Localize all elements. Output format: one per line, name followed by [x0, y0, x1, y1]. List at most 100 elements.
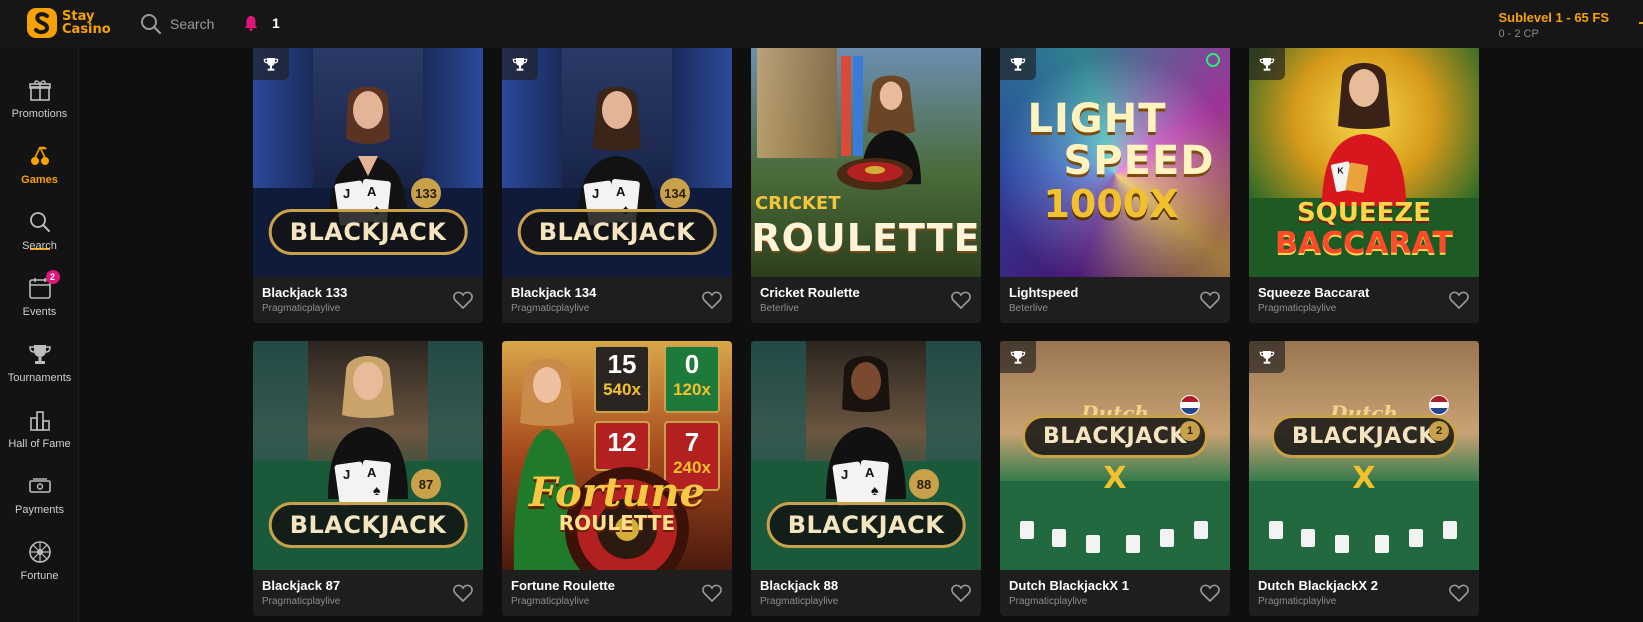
top-bar: Stay Casino Search 1 Sublevel 1 - 65 FS …	[0, 0, 1643, 48]
level-status[interactable]: Sublevel 1 - 65 FS 0 - 2 CP	[1498, 10, 1609, 40]
sidebar-item-label: Fortune	[20, 570, 59, 582]
game-provider: Pragmaticplaylive	[511, 303, 590, 314]
tile-multiplier: 120x	[673, 380, 711, 399]
trophy-icon	[28, 342, 52, 366]
game-title: Dutch BlackjackX 2	[1258, 578, 1378, 593]
game-art-line3: 1000X	[1043, 182, 1179, 226]
tournament-trophy-icon	[1000, 341, 1036, 373]
game-card-blackjack-88[interactable]: J A ♠ 88 BLACKJACK Blackjack 88 Pragmaticp…	[751, 341, 981, 616]
sidebar-item-promotions[interactable]: Promotions	[0, 78, 79, 138]
sidebar-item-label: Tournaments	[7, 372, 72, 384]
game-provider: Pragmaticplaylive	[1258, 303, 1337, 314]
top-search[interactable]: Search	[140, 13, 214, 35]
favorite-heart-icon[interactable]	[1200, 291, 1220, 309]
sidebar-item-tournaments[interactable]: Tournaments	[0, 342, 79, 402]
game-title: Cricket Roulette	[760, 285, 860, 300]
svg-text:A: A	[616, 184, 626, 199]
game-info: Squeeze Baccarat Pragmaticplaylive	[1249, 277, 1479, 323]
favorite-heart-icon[interactable]	[702, 584, 722, 602]
card-table-layout	[1269, 521, 1457, 553]
sidebar-item-label: Payments	[15, 504, 64, 516]
game-card-fortune-roulette[interactable]: 15 540x 0 120x 12 7 240x Fortune ROULETT…	[502, 341, 732, 616]
table-number-badge: 133	[411, 178, 441, 208]
game-thumbnail[interactable]: 15 540x 0 120x 12 7 240x Fortune ROULETT…	[502, 341, 732, 570]
stay-casino-logo[interactable]: Stay Casino	[26, 6, 111, 40]
game-thumbnail[interactable]: K SQUEEZE BACCARAT	[1249, 48, 1479, 277]
game-art-title: BLACKJACK	[517, 209, 717, 255]
favorite-heart-icon[interactable]	[453, 291, 473, 309]
game-info: Dutch BlackjackX 1 Pragmaticplaylive	[1000, 570, 1230, 616]
game-title: Blackjack 88	[760, 578, 839, 593]
game-card-blackjack-133[interactable]: JA♠ 133 BLACKJACK Blackjack 133 Pragmati…	[253, 48, 483, 323]
wallet-icon	[28, 474, 52, 498]
favorite-heart-icon[interactable]	[702, 291, 722, 309]
game-thumbnail[interactable]: Dutch BLACKJACK X 2	[1249, 341, 1479, 570]
netherlands-flag-icon	[1180, 395, 1200, 415]
game-provider: Beterlive	[1009, 303, 1048, 314]
favorite-heart-icon[interactable]	[1449, 291, 1469, 309]
tournament-trophy-icon	[502, 48, 538, 80]
sidebar-item-payments[interactable]: Payments	[0, 474, 79, 534]
level-title: Sublevel 1 - 65 FS	[1498, 10, 1609, 25]
multiplier-tile: 15 540x	[594, 345, 650, 413]
favorite-heart-icon[interactable]	[951, 584, 971, 602]
sidebar-item-games[interactable]: Games	[0, 144, 79, 204]
gift-icon	[28, 78, 52, 102]
sidebar-item-search[interactable]: Search	[0, 210, 79, 270]
game-card-dutch-blackjackx-1[interactable]: Dutch BLACKJACK X 1 Dutch BlackjackX 1 P…	[1000, 341, 1230, 616]
game-title: Fortune Roulette	[511, 578, 615, 593]
game-card-squeeze-baccarat[interactable]: K SQUEEZE BACCARAT Squeeze Baccarat Prag…	[1249, 48, 1479, 323]
game-thumbnail[interactable]: Dutch BLACKJACK X 1	[1000, 341, 1230, 570]
game-info: Blackjack 134 Pragmaticplaylive	[502, 277, 732, 323]
game-thumbnail[interactable]: J A ♠ 88 BLACKJACK	[751, 341, 981, 570]
wheel-icon	[28, 540, 52, 564]
game-card-cricket-roulette[interactable]: CRICKET ROULETTE Cricket Roulette Beterl…	[751, 48, 981, 323]
game-info: Dutch BlackjackX 2 Pragmaticplaylive	[1249, 570, 1479, 616]
table-number-badge: 134	[660, 178, 690, 208]
tile-number: 12	[607, 427, 637, 457]
game-art-x: X	[1103, 461, 1127, 496]
game-art-title: BLACKJACK	[268, 209, 468, 255]
favorite-heart-icon[interactable]	[453, 584, 473, 602]
logo-text-line2: Casino	[62, 22, 111, 37]
roulette-wheel-image	[837, 158, 913, 190]
sidebar-item-fortune[interactable]: Fortune	[0, 540, 79, 600]
sidebar-item-events[interactable]: 2 Events	[0, 270, 79, 336]
game-title: Blackjack 134	[511, 285, 597, 300]
favorite-heart-icon[interactable]	[1449, 584, 1469, 602]
favorite-heart-icon[interactable]	[1200, 584, 1220, 602]
svg-text:A: A	[367, 465, 377, 480]
game-info: Blackjack 87 Pragmaticplaylive	[253, 570, 483, 616]
game-card-dutch-blackjackx-2[interactable]: Dutch BLACKJACK X 2 Dutch BlackjackX 2 P…	[1249, 341, 1479, 616]
game-card-blackjack-134[interactable]: JA♠ 134 BLACKJACK Blackjack 134 Pragmati…	[502, 48, 732, 323]
game-thumbnail[interactable]: CRICKET ROULETTE	[751, 48, 981, 277]
game-art-line2: SPEED	[1063, 138, 1215, 184]
events-badge: 2	[45, 270, 60, 284]
game-card-lightspeed[interactable]: LIGHT SPEED 1000X Lightspeed Beterlive	[1000, 48, 1230, 323]
game-thumbnail[interactable]: JA♠ 134 BLACKJACK	[502, 48, 732, 277]
game-thumbnail[interactable]: J A ♠ 87 BLACKJACK	[253, 341, 483, 570]
svg-text:J: J	[841, 467, 848, 482]
tournament-trophy-icon	[253, 48, 289, 80]
table-number-badge: 88	[909, 469, 939, 499]
svg-text:A: A	[367, 184, 377, 199]
game-art-title: BLACKJACK	[1022, 415, 1208, 458]
game-thumbnail[interactable]: JA♠ 133 BLACKJACK	[253, 48, 483, 277]
game-info: Cricket Roulette Beterlive	[751, 277, 981, 323]
game-card-blackjack-87[interactable]: J A ♠ 87 BLACKJACK Blackjack 87 Pragmaticp…	[253, 341, 483, 616]
tile-number: 7	[684, 427, 700, 457]
game-art-title: ROULETTE	[751, 216, 981, 260]
svg-text:A: A	[865, 465, 875, 480]
table-number-badge: 87	[411, 469, 441, 499]
sidebar-item-label: Games	[21, 174, 58, 186]
sidebar-item-label: Search	[22, 240, 57, 252]
tournament-trophy-icon	[1249, 341, 1285, 373]
svg-text:♠: ♠	[373, 482, 381, 498]
netherlands-flag-icon	[1429, 395, 1449, 415]
game-title: Lightspeed	[1009, 285, 1079, 300]
sidebar-item-hall-of-fame[interactable]: Hall of Fame	[0, 408, 79, 468]
favorite-heart-icon[interactable]	[951, 291, 971, 309]
game-art-x: X	[1352, 461, 1376, 496]
notifications-button[interactable]: 1	[244, 15, 280, 31]
game-thumbnail[interactable]: LIGHT SPEED 1000X	[1000, 48, 1230, 277]
